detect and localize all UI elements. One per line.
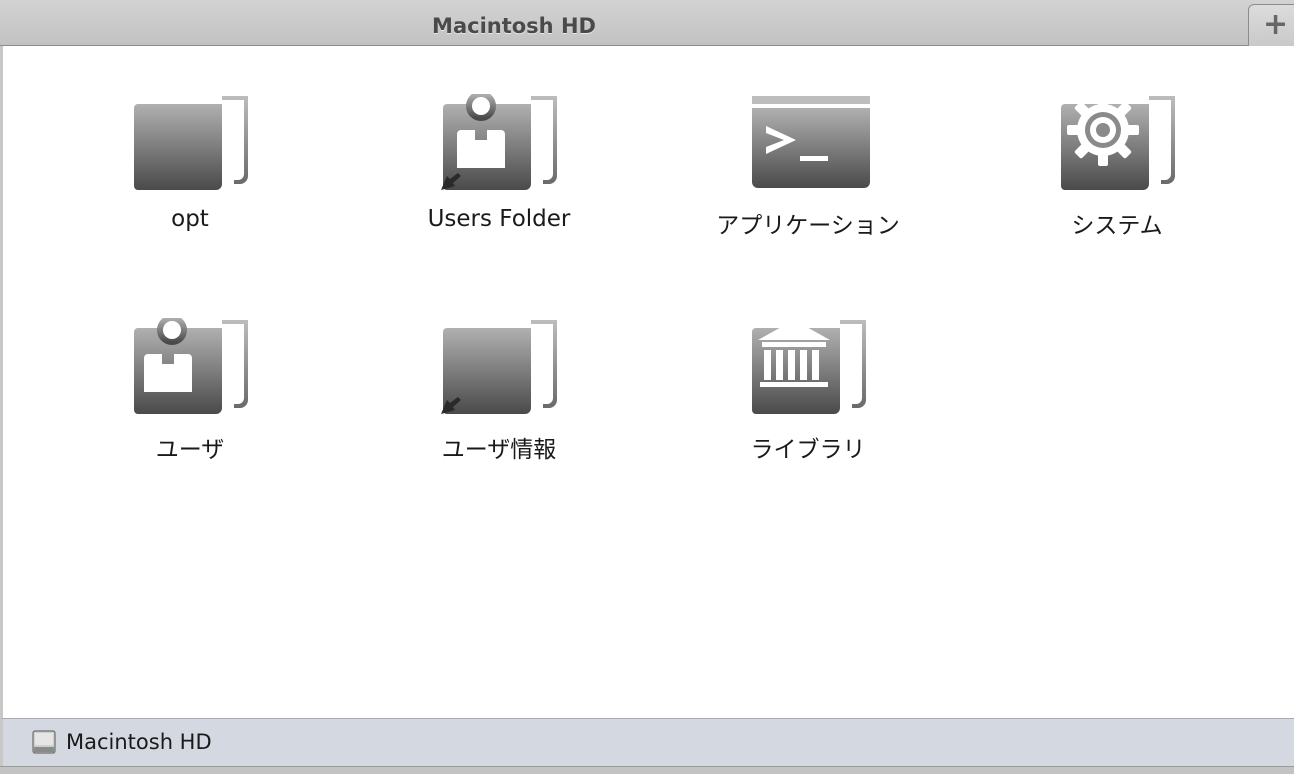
item-label: ユーザ: [155, 437, 225, 463]
users-folder-icon: [134, 318, 248, 414]
new-tab-button[interactable]: +: [1248, 4, 1294, 46]
tab-macintosh-hd[interactable]: Macintosh HD: [0, 0, 1028, 46]
item-users-folder[interactable]: Users Folder: [369, 94, 629, 274]
item-label: アプリケーション: [716, 213, 900, 239]
folder-icon: [134, 96, 248, 190]
item-user-info[interactable]: ユーザ情報: [369, 318, 629, 498]
item-label: Users Folder: [427, 206, 571, 232]
window-bottom-edge: [0, 766, 1294, 774]
icon-view: opt Users Folder アプリケーション システム ユーザ ユーザ情報…: [0, 46, 1294, 718]
item-opt[interactable]: opt: [60, 94, 320, 274]
users-folder-alias-icon: [441, 94, 557, 190]
item-user[interactable]: ユーザ: [60, 318, 320, 498]
item-applications[interactable]: アプリケーション: [678, 94, 938, 274]
item-label: ユーザ情報: [441, 437, 557, 463]
applications-terminal-folder-icon: [752, 96, 870, 188]
hard-disk-icon: [32, 730, 56, 754]
tab-bar: Macintosh HD +: [0, 0, 1294, 46]
finder-window: Macintosh HD + opt Users Folder アプリケーション…: [0, 0, 1294, 774]
path-item-macintosh-hd[interactable]: Macintosh HD: [66, 728, 212, 756]
folder-alias-icon: [441, 320, 557, 414]
library-folder-icon: [752, 320, 866, 414]
system-gear-folder-icon: [1061, 94, 1175, 190]
item-label: システム: [1071, 213, 1163, 239]
item-label: opt: [171, 206, 209, 232]
plus-icon: +: [1263, 7, 1289, 42]
item-system[interactable]: システム: [987, 94, 1247, 274]
path-bar: Macintosh HD: [0, 718, 1294, 766]
item-label: ライブラリ: [750, 437, 866, 463]
item-library[interactable]: ライブラリ: [678, 318, 938, 498]
